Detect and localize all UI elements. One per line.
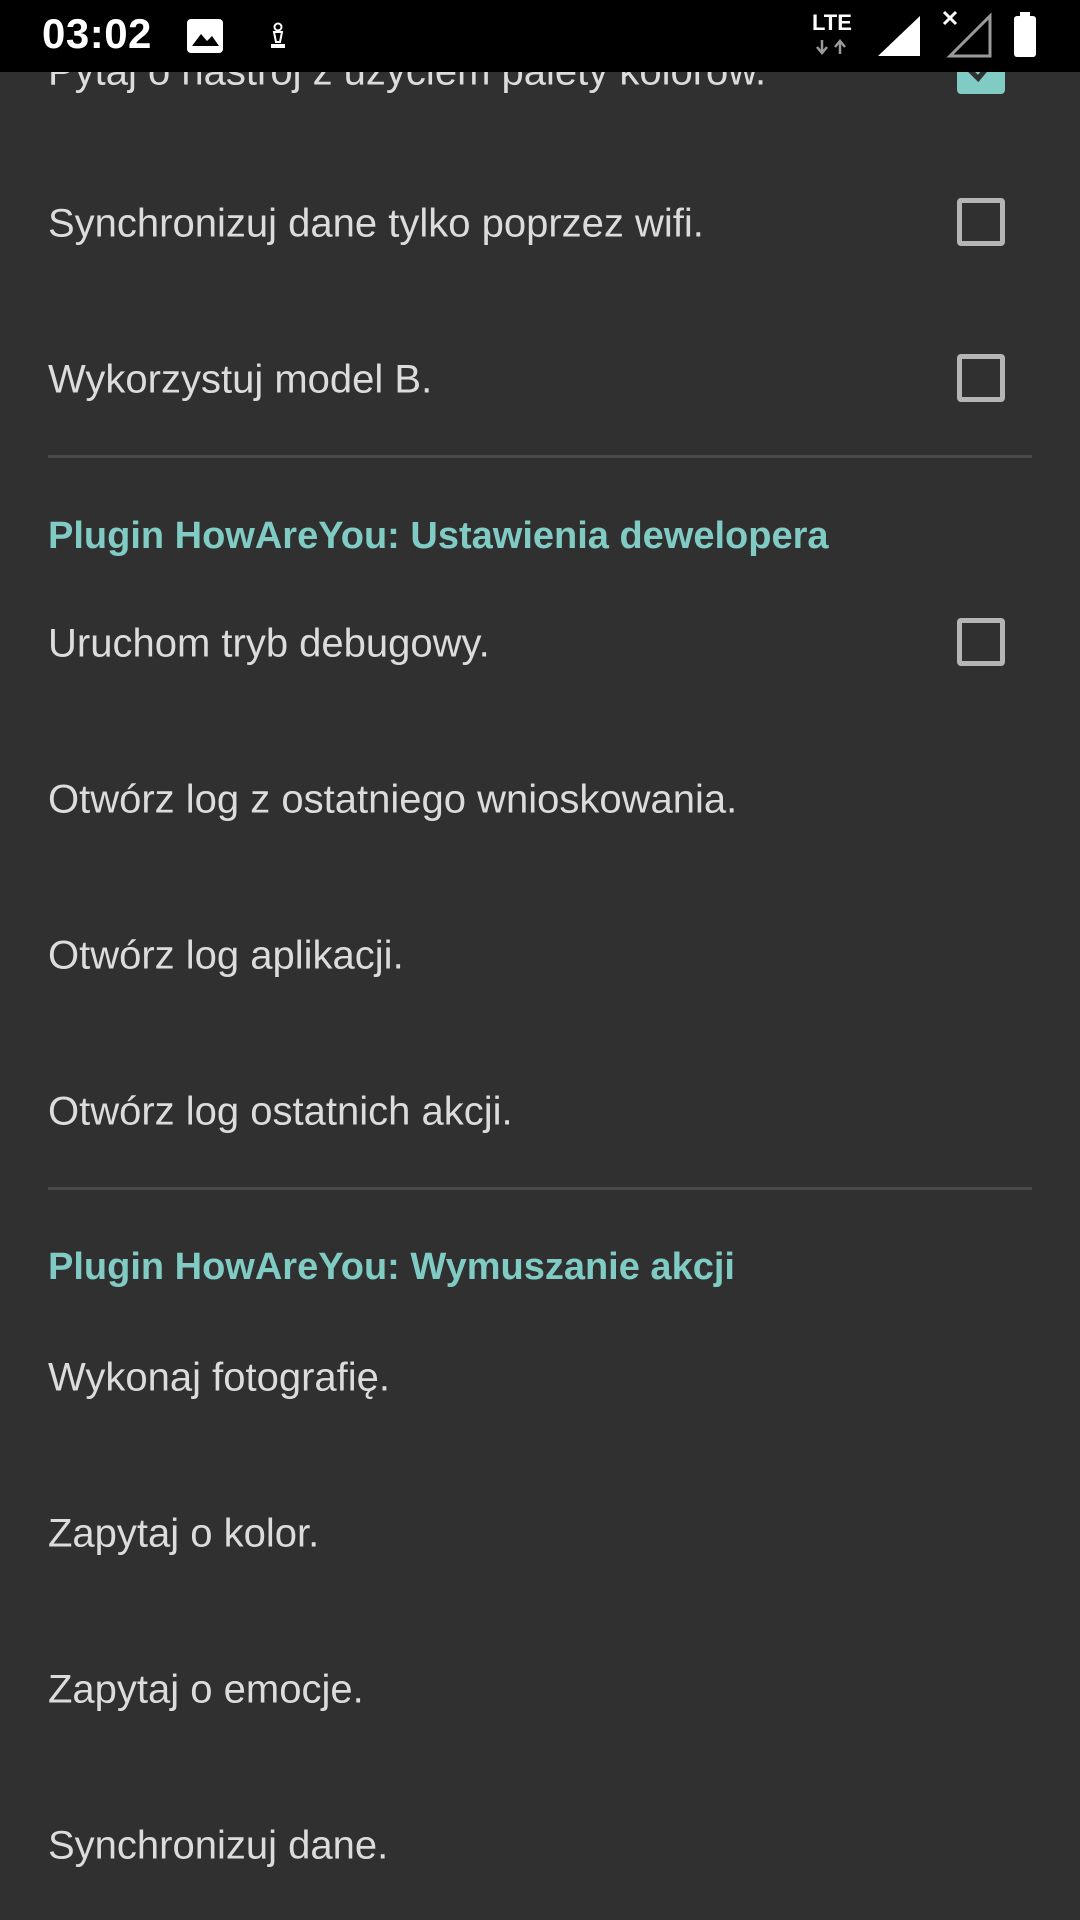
open-inference-log[interactable]: Otwórz log z ostatniego wnioskowania. <box>0 722 1080 878</box>
setting-debug-mode[interactable]: Uruchom tryb debugowy. <box>0 566 1080 722</box>
no-signal-icon <box>942 10 992 58</box>
clock: 03:02 <box>42 10 152 57</box>
image-icon <box>187 19 223 53</box>
chess-icon <box>271 22 285 48</box>
setting-label: Wykorzystuj model B. <box>48 357 433 402</box>
wifi-sync-checkbox[interactable] <box>957 198 1005 246</box>
developer-section-title: Plugin HowAreYou: Ustawienia dewelopera <box>48 515 829 557</box>
setting-label: Zapytaj o emocje. <box>48 1667 364 1712</box>
action-ask-emotions[interactable]: Zapytaj o emocje. <box>0 1612 1080 1768</box>
setting-label: Wykonaj fotografię. <box>48 1355 391 1400</box>
battery-icon <box>1014 12 1036 57</box>
setting-label: Synchronizuj dane. <box>48 1823 389 1868</box>
section-divider <box>48 455 1032 458</box>
open-actions-log[interactable]: Otwórz log ostatnich akcji. <box>0 1034 1080 1190</box>
setting-model-b[interactable]: Wykorzystuj model B. <box>0 302 1080 458</box>
model-b-checkbox[interactable] <box>957 354 1005 402</box>
setting-label: Otwórz log ostatnich akcji. <box>48 1089 513 1134</box>
action-ask-color[interactable]: Zapytaj o kolor. <box>0 1456 1080 1612</box>
setting-label: Uruchom tryb debugowy. <box>48 621 490 666</box>
setting-label: Synchronizuj dane tylko poprzez wifi. <box>48 201 704 246</box>
data-arrows-icon <box>816 39 846 55</box>
setting-label: Otwórz log aplikacji. <box>48 933 404 978</box>
action-sync-data[interactable]: Synchronizuj dane. <box>0 1768 1080 1920</box>
signal-strength-icon <box>878 16 920 56</box>
actions-section-title: Plugin HowAreYou: Wymuszanie akcji <box>48 1246 735 1288</box>
setting-label: Otwórz log z ostatniego wnioskowania. <box>48 777 738 822</box>
open-app-log[interactable]: Otwórz log aplikacji. <box>0 878 1080 1034</box>
settings-list: Pytaj o nastrój z użyciem palety kolorów… <box>0 0 1080 1920</box>
setting-label: Zapytaj o kolor. <box>48 1511 320 1556</box>
status-bar: 03:02 LTE <box>0 0 1080 72</box>
action-take-photo[interactable]: Wykonaj fotografię. <box>0 1300 1080 1456</box>
setting-wifi-sync[interactable]: Synchronizuj dane tylko poprzez wifi. <box>0 146 1080 302</box>
section-divider <box>48 1187 1032 1190</box>
network-type-label: LTE <box>812 10 852 35</box>
debug-mode-checkbox[interactable] <box>957 618 1005 666</box>
